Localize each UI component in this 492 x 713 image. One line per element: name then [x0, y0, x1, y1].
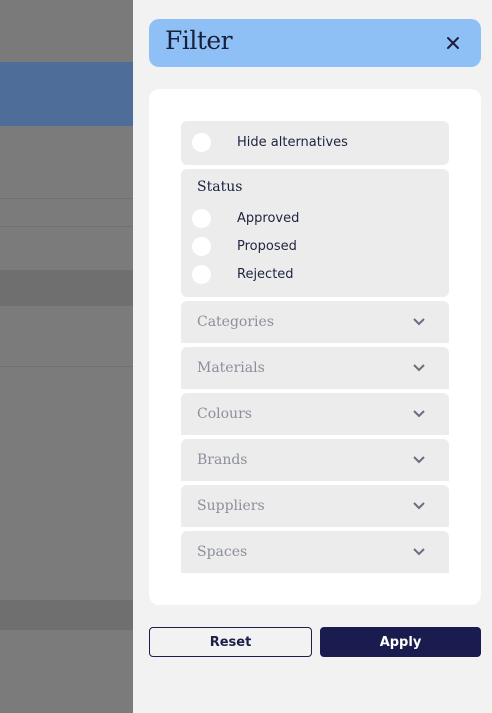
accordion-materials[interactable]: Materials [181, 347, 449, 389]
accordion-colours[interactable]: Colours [181, 393, 449, 435]
accordion-suppliers[interactable]: Suppliers [181, 485, 449, 527]
accordion-label: Colours [197, 406, 252, 422]
hide-alternatives-checkbox[interactable] [192, 133, 211, 152]
status-proposed-checkbox[interactable] [192, 237, 211, 256]
status-rejected-checkbox[interactable] [192, 265, 211, 284]
filter-title: Filter [165, 26, 233, 55]
chevron-down-icon [413, 318, 425, 326]
close-button[interactable] [443, 33, 463, 53]
filter-panel: Hide alternatives Status Approved Propos… [149, 89, 481, 605]
status-option-label: Proposed [237, 239, 297, 254]
accordion-label: Brands [197, 452, 248, 468]
reset-button[interactable]: Reset [149, 627, 312, 657]
chevron-down-icon [413, 410, 425, 418]
background-header [0, 0, 133, 63]
background-band [0, 270, 133, 306]
apply-button[interactable]: Apply [320, 627, 481, 657]
hide-alternatives-label: Hide alternatives [237, 135, 348, 150]
accordion-brands[interactable]: Brands [181, 439, 449, 481]
filter-drawer: Filter Hide alternatives Status Approved… [133, 0, 492, 713]
accordion-label: Categories [197, 314, 274, 330]
close-icon [447, 37, 459, 49]
status-title: Status [197, 179, 243, 195]
accordion-spaces[interactable]: Spaces [181, 531, 449, 573]
chevron-down-icon [413, 548, 425, 556]
status-section: Status Approved Proposed Rejected [181, 169, 449, 297]
chevron-down-icon [413, 364, 425, 372]
chevron-down-icon [413, 502, 425, 510]
accordion-label: Spaces [197, 544, 248, 560]
background-divider [0, 226, 133, 227]
status-option-label: Approved [237, 211, 300, 226]
hide-alternatives-row[interactable]: Hide alternatives [181, 121, 449, 165]
chevron-down-icon [413, 456, 425, 464]
background-divider [0, 366, 133, 367]
filter-header: Filter [149, 19, 481, 67]
accordion-label: Materials [197, 360, 265, 376]
accordion-categories[interactable]: Categories [181, 301, 449, 343]
status-approved-checkbox[interactable] [192, 209, 211, 228]
background-divider [0, 198, 133, 199]
status-option-label: Rejected [237, 267, 294, 282]
background-band [0, 600, 133, 630]
accordion-label: Suppliers [197, 498, 265, 514]
background-selected-row [0, 62, 133, 126]
